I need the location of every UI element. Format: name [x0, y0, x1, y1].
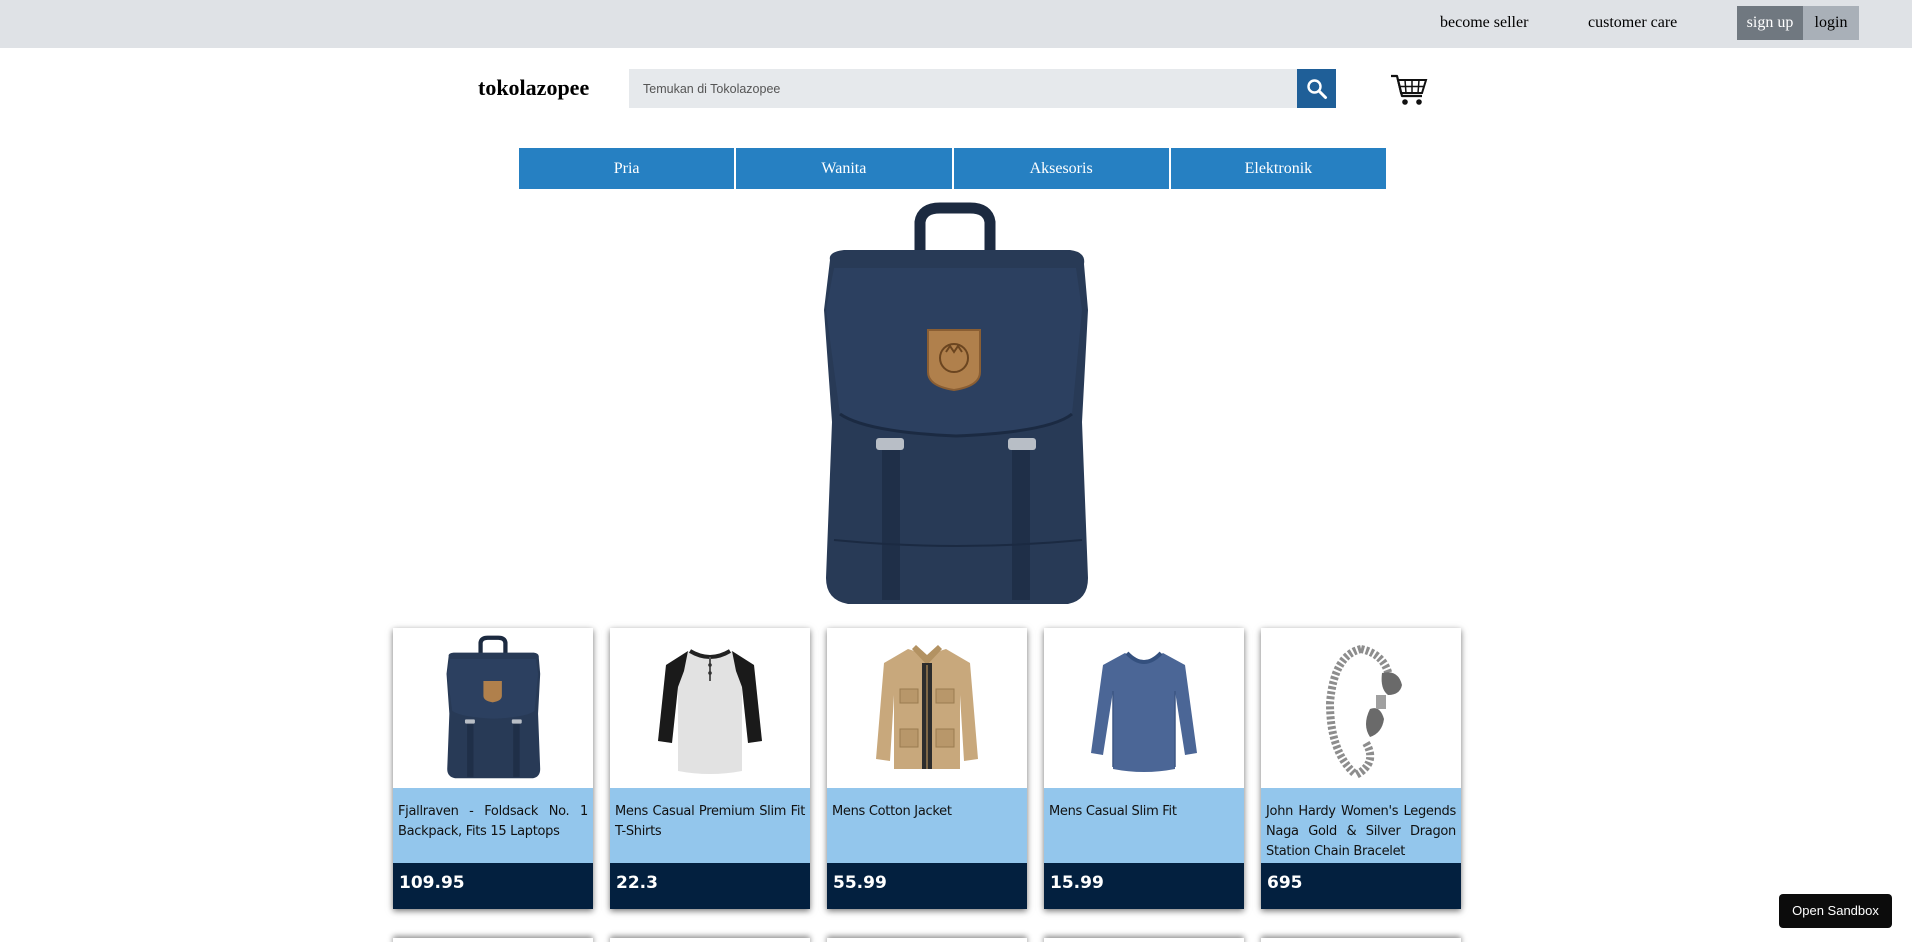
product-price: 55.99 [827, 863, 1027, 909]
product-price: 695 [1261, 863, 1461, 909]
long-sleeve-shirt-image [1091, 651, 1197, 772]
product-name: John Hardy Women's Legends Naga Gold & S… [1261, 788, 1461, 863]
top-bar: become seller customer care sign up logi… [0, 0, 1912, 48]
nav-item-wanita[interactable]: Wanita [736, 148, 952, 189]
product-card[interactable]: Mens Casual Premium Slim Fit T-Shirts 22… [610, 628, 810, 909]
product-card-next-row[interactable] [610, 938, 810, 942]
product-card-next-row[interactable] [393, 938, 593, 942]
search-icon [1306, 78, 1327, 99]
product-card-next-row[interactable] [827, 938, 1027, 942]
product-card-next-row[interactable] [1261, 938, 1461, 942]
become-seller-link[interactable]: become seller [1440, 14, 1528, 32]
product-card-next-row[interactable] [1044, 938, 1244, 942]
category-nav: Pria Wanita Aksesoris Elektronik [519, 148, 1386, 189]
product-name: Mens Cotton Jacket [827, 788, 1027, 863]
login-button[interactable]: login [1803, 6, 1859, 40]
product-image [610, 628, 810, 788]
product-price: 109.95 [393, 863, 593, 909]
jacket-image [876, 644, 978, 769]
search-button[interactable] [1297, 69, 1336, 108]
auth-buttons: sign up login [1737, 6, 1859, 40]
nav-item-elektronik[interactable]: Elektronik [1170, 148, 1386, 189]
product-name: Mens Casual Slim Fit [1044, 788, 1244, 863]
product-name: Mens Casual Premium Slim Fit T-Shirts [610, 788, 810, 863]
hero-banner-image[interactable] [800, 200, 1110, 612]
customer-care-link[interactable]: customer care [1588, 14, 1677, 32]
nav-item-aksesoris[interactable]: Aksesoris [953, 148, 1169, 189]
search-input[interactable] [629, 69, 1297, 108]
bracelet-image [1325, 645, 1402, 779]
open-sandbox-button[interactable]: Open Sandbox [1779, 894, 1892, 928]
nav-item-pria[interactable]: Pria [519, 148, 735, 189]
product-card[interactable]: Mens Cotton Jacket 55.99 [827, 628, 1027, 909]
brand-logo[interactable]: tokolazopee [478, 75, 589, 101]
product-price: 22.3 [610, 863, 810, 909]
product-card[interactable]: Fjallraven - Foldsack No. 1 Backpack, Fi… [393, 628, 593, 909]
product-name: Fjallraven - Foldsack No. 1 Backpack, Fi… [393, 788, 593, 863]
raglan-shirt-image [658, 648, 762, 774]
product-image [393, 628, 593, 788]
shopping-cart-icon [1391, 74, 1428, 105]
sign-up-button[interactable]: sign up [1737, 6, 1803, 40]
product-image [827, 628, 1027, 788]
product-image [1261, 628, 1461, 788]
backpack-image [446, 635, 541, 779]
product-image [1044, 628, 1244, 788]
product-card[interactable]: Mens Casual Slim Fit 15.99 [1044, 628, 1244, 909]
cart-button[interactable] [1390, 72, 1428, 108]
product-price: 15.99 [1044, 863, 1244, 909]
backpack-image [824, 202, 1088, 604]
product-card[interactable]: John Hardy Women's Legends Naga Gold & S… [1261, 628, 1461, 909]
